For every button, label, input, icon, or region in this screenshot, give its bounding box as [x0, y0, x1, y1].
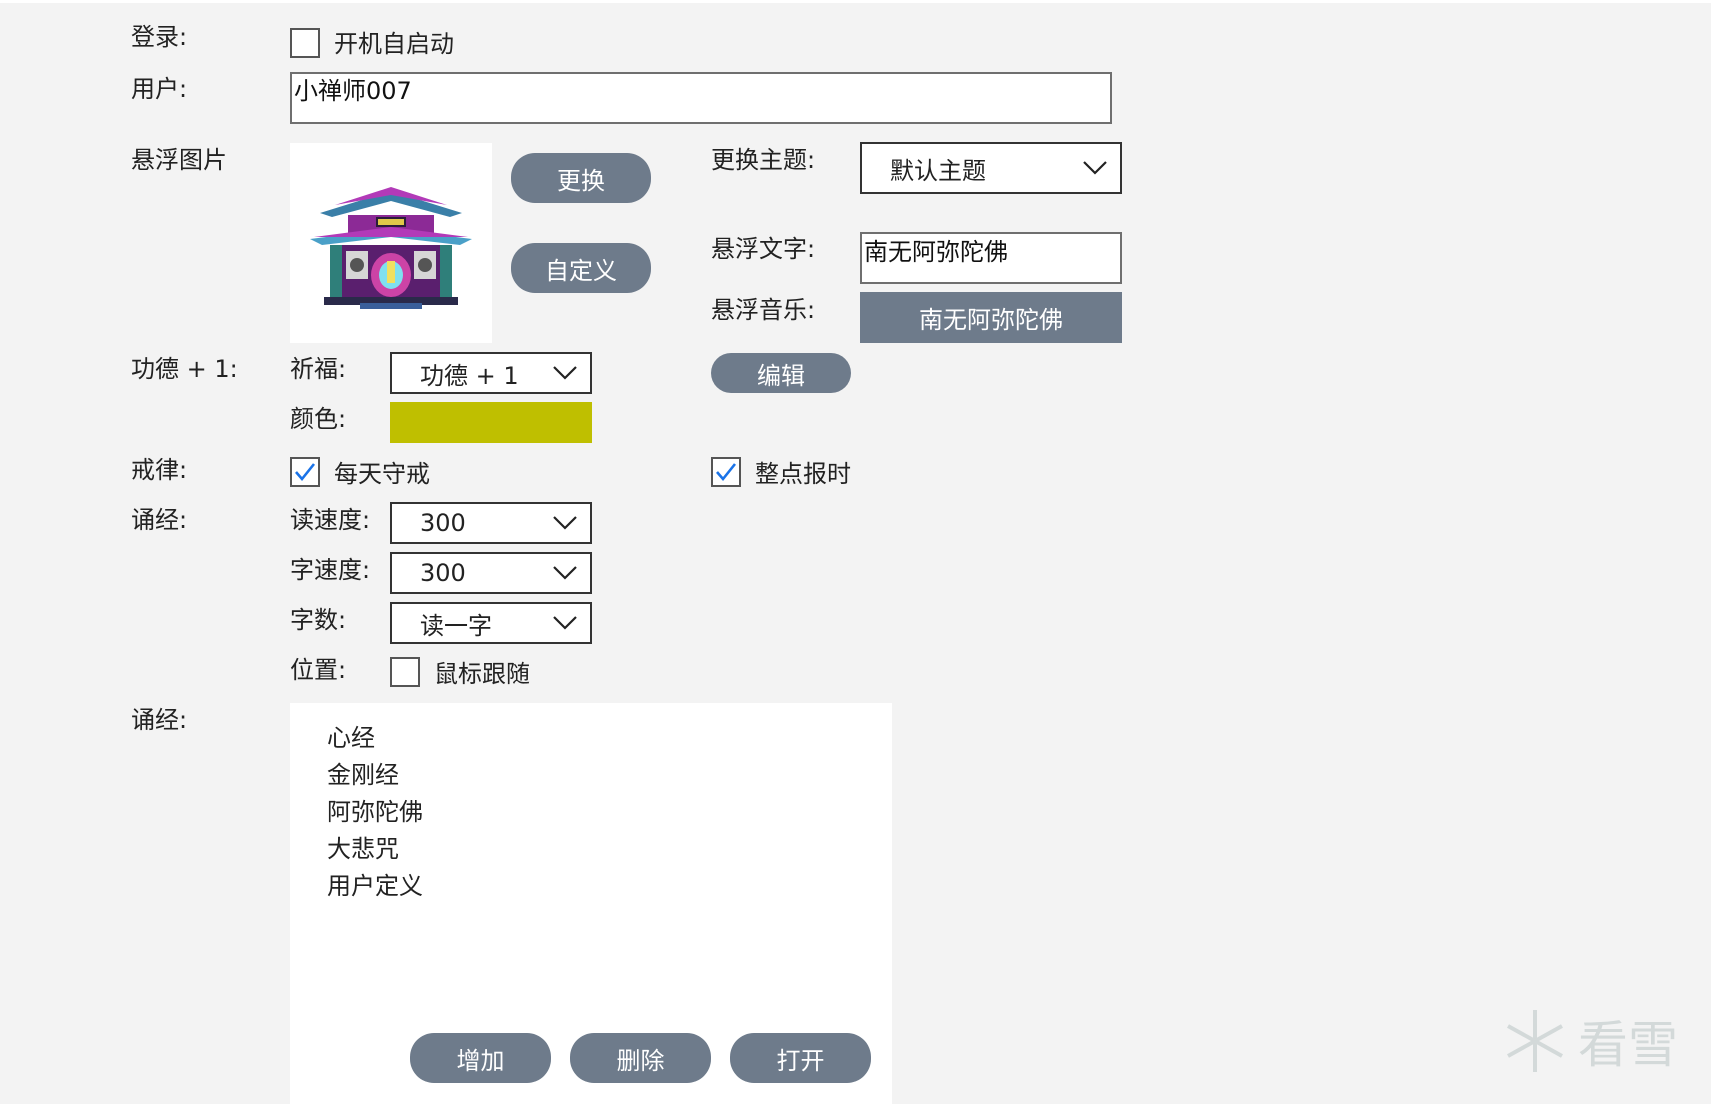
snowflake-icon [1507, 1010, 1563, 1072]
float-image-label: 悬浮图片 [131, 146, 227, 174]
edit-button[interactable]: 编辑 [711, 353, 851, 393]
custom-image-button[interactable]: 自定义 [511, 243, 651, 293]
char-speed-dropdown[interactable]: 300 [390, 552, 592, 594]
add-sutra-button[interactable]: 增加 [410, 1033, 551, 1083]
list-item[interactable]: 用户定义 [290, 868, 892, 905]
float-music-label: 悬浮音乐: [711, 296, 816, 324]
pray-dropdown[interactable]: 功德 + 1 [390, 352, 592, 394]
watermark-text: 看雪 [1578, 1016, 1678, 1074]
theme-dropdown[interactable]: 默认主题 [860, 142, 1122, 194]
chevron-down-icon [553, 616, 577, 630]
float-text-input[interactable] [860, 232, 1122, 284]
read-speed-selected: 300 [420, 509, 466, 537]
chevron-down-icon [553, 366, 577, 380]
checkmark-icon [716, 463, 737, 482]
follow-mouse-label: 鼠标跟随 [434, 660, 530, 688]
color-swatch[interactable] [390, 402, 592, 443]
hourly-chime-checkbox[interactable] [711, 457, 741, 487]
read-speed-label: 读速度: [290, 506, 371, 534]
hourly-chime-label: 整点报时 [755, 460, 851, 488]
pray-label: 祈福: [290, 355, 347, 383]
precepts-label: 戒律: [131, 456, 188, 484]
change-image-button[interactable]: 更换 [511, 153, 651, 203]
chevron-down-icon [553, 516, 577, 530]
top-strip [0, 0, 1711, 3]
chevron-down-icon [1083, 161, 1107, 175]
list-item[interactable]: 大悲咒 [290, 831, 892, 868]
daily-precept-label: 每天守戒 [334, 460, 430, 488]
theme-label: 更换主题: [711, 146, 816, 174]
open-sutra-button[interactable]: 打开 [730, 1033, 871, 1083]
temple-image-icon [310, 187, 472, 309]
position-label: 位置: [290, 656, 347, 684]
chant-label: 诵经: [131, 506, 188, 534]
char-count-dropdown[interactable]: 读一字 [390, 602, 592, 644]
autostart-label: 开机自启动 [334, 30, 454, 58]
theme-selected: 默认主题 [890, 156, 986, 185]
char-speed-label: 字速度: [290, 556, 371, 584]
float-music-button[interactable]: 南无阿弥陀佛 [860, 292, 1122, 343]
user-label: 用户: [131, 75, 188, 103]
merit-label: 功德 + 1: [131, 355, 238, 383]
float-text-label: 悬浮文字: [711, 235, 816, 263]
read-speed-dropdown[interactable]: 300 [390, 502, 592, 544]
login-label: 登录: [131, 23, 188, 51]
char-count-selected: 读一字 [420, 611, 492, 640]
follow-mouse-checkbox[interactable] [390, 657, 420, 687]
char-speed-selected: 300 [420, 559, 466, 587]
color-label: 颜色: [290, 405, 347, 433]
autostart-checkbox[interactable] [290, 28, 320, 58]
list-item[interactable]: 金刚经 [290, 757, 892, 794]
float-image-preview [290, 143, 492, 343]
delete-sutra-button[interactable]: 删除 [570, 1033, 711, 1083]
user-input[interactable] [290, 72, 1112, 124]
checkmark-icon [295, 463, 316, 482]
list-item[interactable]: 心经 [290, 720, 892, 757]
watermark: 看雪 [1500, 1005, 1678, 1077]
sutras-label: 诵经: [131, 706, 188, 734]
chevron-down-icon [553, 566, 577, 580]
daily-precept-checkbox[interactable] [290, 457, 320, 487]
list-item[interactable]: 阿弥陀佛 [290, 794, 892, 831]
char-count-label: 字数: [290, 606, 347, 634]
pray-selected: 功德 + 1 [420, 361, 519, 390]
